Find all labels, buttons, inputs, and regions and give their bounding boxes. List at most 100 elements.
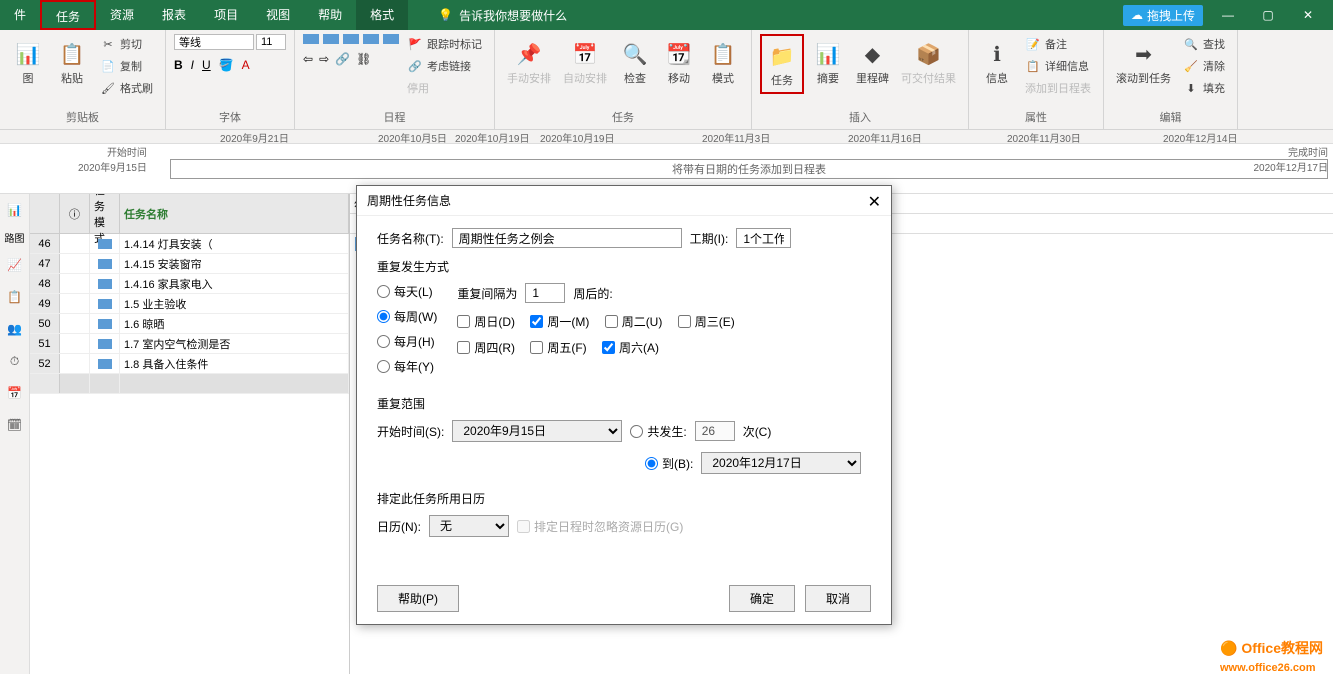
progress-25[interactable] [323, 34, 339, 44]
respect-links-button[interactable]: 🔗考虑链接 [403, 56, 486, 76]
tab-project[interactable]: 项目 [200, 0, 252, 30]
info-button[interactable]: ℹ信息 [977, 34, 1017, 90]
cancel-button[interactable]: 取消 [805, 585, 871, 612]
inspect-button[interactable]: 🔍检查 [615, 34, 655, 90]
maximize-button[interactable]: ▢ [1253, 3, 1283, 27]
summary-button[interactable]: 📊摘要 [808, 34, 848, 90]
tab-report[interactable]: 报表 [148, 0, 200, 30]
daily-radio[interactable]: 每天(L) [377, 283, 437, 300]
friday-check[interactable]: 周五(F) [530, 339, 586, 356]
table-row[interactable]: 501.6 晾晒 [30, 314, 349, 334]
mode-button[interactable]: 📋模式 [703, 34, 743, 90]
progress-50[interactable] [343, 34, 359, 44]
editing-group-label: 编辑 [1112, 107, 1229, 125]
tell-me-search[interactable]: 💡 告诉我你想要做什么 [438, 7, 567, 24]
sunday-check[interactable]: 周日(D) [457, 313, 515, 330]
link-button[interactable]: 🔗 [335, 52, 350, 66]
mode-header[interactable]: 任务模式 [90, 194, 120, 233]
italic-button[interactable]: I [191, 58, 194, 72]
link-icon: 🔗 [407, 58, 423, 74]
selected-empty-row[interactable] [30, 374, 349, 394]
timeline-placeholder[interactable]: 将带有日期的任务添加到日程表 [170, 159, 1328, 179]
name-header[interactable]: 任务名称 [120, 194, 349, 233]
sidebar-work-icon[interactable]: ⏱ [3, 349, 27, 373]
saturday-check[interactable]: 周六(A) [602, 339, 659, 356]
scroll-to-task-button[interactable]: ➡滚动到任务 [1112, 34, 1175, 90]
ok-button[interactable]: 确定 [729, 585, 795, 612]
help-button[interactable]: 帮助(P) [377, 585, 459, 612]
indent-button[interactable]: ⇨ [319, 52, 329, 66]
tab-resource[interactable]: 资源 [96, 0, 148, 30]
tab-file[interactable]: 件 [0, 0, 40, 30]
monday-check[interactable]: 周一(M) [530, 313, 589, 330]
view-dropdown[interactable]: 📊 图 [8, 34, 48, 90]
task-name-input[interactable] [452, 228, 682, 248]
cut-button[interactable]: ✂剪切 [96, 34, 157, 54]
upload-button[interactable]: ☁ 拖拽上传 [1123, 5, 1203, 26]
interval-input[interactable] [525, 283, 565, 303]
details-button[interactable]: 📋详细信息 [1021, 56, 1095, 76]
brush-icon: 🖌 [100, 80, 116, 96]
indicator-header[interactable]: ⓘ [60, 194, 90, 233]
notes-button[interactable]: 📝备注 [1021, 34, 1095, 54]
wednesday-check[interactable]: 周三(E) [678, 313, 735, 330]
timeline-start-label: 开始时间 [78, 144, 147, 159]
tab-task[interactable]: 任务 [40, 0, 96, 30]
underline-button[interactable]: U [202, 58, 211, 72]
sidebar-table-icon[interactable]: 📅 [3, 381, 27, 405]
progress-0[interactable] [303, 34, 319, 44]
clear-button[interactable]: 🧹清除 [1179, 56, 1229, 76]
table-row[interactable]: 461.4.14 灯具安装（ [30, 234, 349, 254]
paste-icon: 📋 [56, 38, 88, 70]
calendar-select[interactable]: 无 [429, 515, 509, 537]
end-by-select[interactable]: 2020年12月17日 [701, 452, 861, 474]
progress-75[interactable] [363, 34, 379, 44]
find-button[interactable]: 🔍查找 [1179, 34, 1229, 54]
milestone-button[interactable]: ◆里程碑 [852, 34, 893, 90]
track-mark-button[interactable]: 🚩跟踪时标记 [403, 34, 486, 54]
fill-button[interactable]: ⬇填充 [1179, 78, 1229, 98]
unlink-button[interactable]: ⛓ [356, 52, 371, 66]
tab-format[interactable]: 格式 [356, 0, 408, 30]
occur-radio[interactable]: 共发生: [630, 423, 686, 440]
thursday-check[interactable]: 周四(R) [457, 339, 515, 356]
tab-view[interactable]: 视图 [252, 0, 304, 30]
tuesday-check[interactable]: 周二(U) [605, 313, 663, 330]
move-button[interactable]: 📆移动 [659, 34, 699, 90]
bold-button[interactable]: B [174, 58, 183, 72]
sidebar-assign-icon[interactable]: 👥 [3, 317, 27, 341]
end-by-radio[interactable]: 到(B): [645, 455, 693, 472]
row-header-blank[interactable] [30, 194, 60, 233]
close-button[interactable]: ✕ [1293, 3, 1323, 27]
sidebar-calendar-icon[interactable]: 🗓 [3, 413, 27, 437]
sidebar-gantt-icon[interactable]: 📊 [3, 198, 27, 222]
weekly-radio[interactable]: 每周(W) [377, 308, 437, 325]
format-painter-button[interactable]: 🖌格式刷 [96, 78, 157, 98]
font-family-combo[interactable] [174, 34, 254, 50]
outdent-button[interactable]: ⇦ [303, 52, 313, 66]
duration-input[interactable] [736, 228, 791, 248]
table-row[interactable]: 491.5 业主验收 [30, 294, 349, 314]
font-size-combo[interactable] [256, 34, 286, 50]
fill-color-button[interactable]: 🪣 [219, 58, 234, 72]
font-color-button[interactable]: A [242, 58, 250, 72]
insert-task-button[interactable]: 📁任务 [760, 34, 804, 94]
sidebar-tracking-icon[interactable]: 📈 [3, 253, 27, 277]
paste-button[interactable]: 📋 粘贴 [52, 34, 92, 90]
table-row[interactable]: 521.8 具备入住条件 [30, 354, 349, 374]
copy-button[interactable]: 📄复制 [96, 56, 157, 76]
table-row[interactable]: 481.4.16 家具家电入 [30, 274, 349, 294]
start-date-select[interactable]: 2020年9月15日 [452, 420, 622, 442]
note-icon: 📝 [1025, 36, 1041, 52]
ignore-calendar-check[interactable]: 排定日程时忽略资源日历(G) [517, 518, 683, 535]
auto-schedule-icon [98, 359, 112, 369]
progress-100[interactable] [383, 34, 399, 44]
tab-help[interactable]: 帮助 [304, 0, 356, 30]
dialog-close-button[interactable]: ✕ [868, 192, 881, 209]
table-row[interactable]: 471.4.15 安装窗帘 [30, 254, 349, 274]
table-row[interactable]: 511.7 室内空气检测是否 [30, 334, 349, 354]
yearly-radio[interactable]: 每年(Y) [377, 358, 437, 375]
sidebar-form-icon[interactable]: 📋 [3, 285, 27, 309]
minimize-button[interactable]: — [1213, 3, 1243, 27]
monthly-radio[interactable]: 每月(H) [377, 333, 437, 350]
